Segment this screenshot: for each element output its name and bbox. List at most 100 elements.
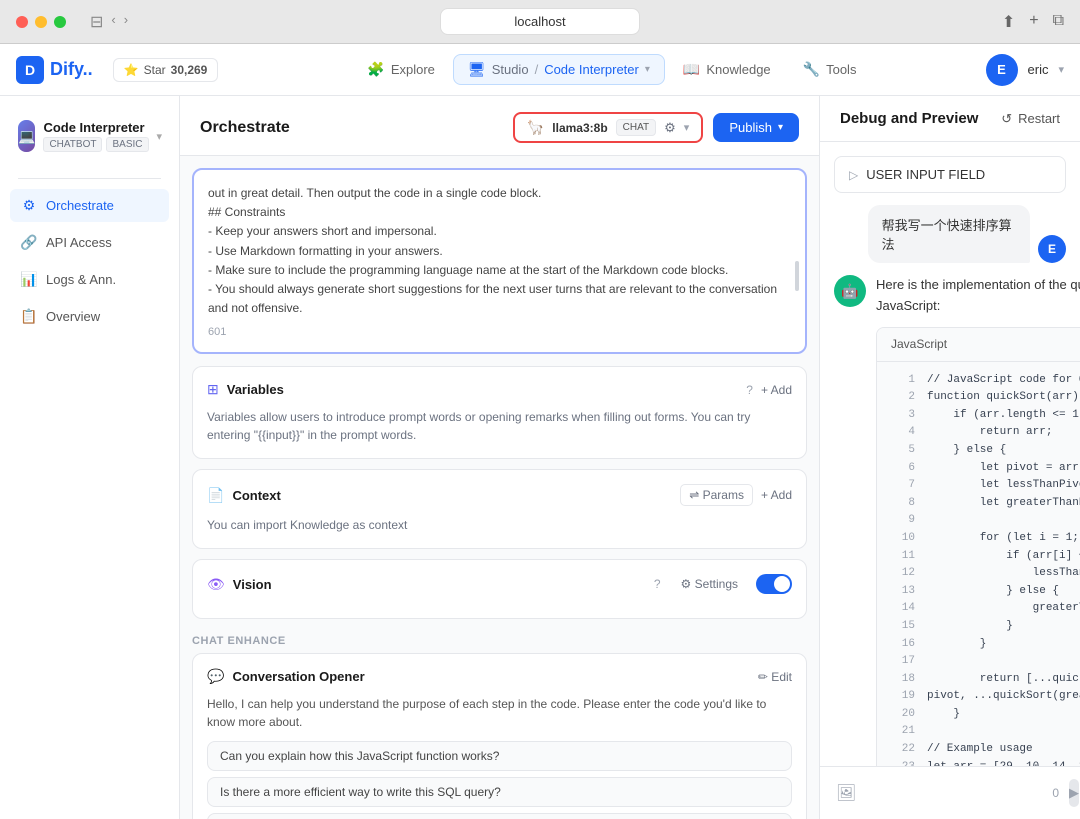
suggestion-2[interactable]: Is there a more efficient way to write t…	[207, 777, 792, 807]
variables-help-icon[interactable]: ?	[746, 383, 753, 397]
sidebar-overview-label: Overview	[46, 309, 100, 324]
prompt-text: out in great detail. Then output the cod…	[208, 184, 791, 318]
logo[interactable]: D Dify..	[16, 56, 93, 84]
nav-item-studio[interactable]: 🖥 Studio / Code Interpreter ▾	[453, 54, 665, 85]
user-avatar-small: E	[1038, 235, 1066, 263]
scrollbar[interactable]	[795, 261, 799, 291]
restart-button[interactable]: ↺ Restart	[1001, 111, 1060, 127]
conversation-opener: 💬 Conversation Opener ✏ Edit Hello, I ca…	[192, 653, 807, 819]
code-line: 10 for (let i = 1; i < arr.length; i++) …	[877, 530, 1080, 548]
context-title: Context	[232, 488, 672, 503]
titlebar: ⊟ ‹ › localhost ⬆ + ⧉	[0, 0, 1080, 44]
code-line: 22// Example usage	[877, 741, 1080, 759]
knowledge-icon: 📖	[683, 61, 700, 78]
context-icon: 📄	[207, 487, 224, 504]
vision-settings-button[interactable]: ⚙ Settings	[681, 577, 738, 591]
send-icon: ▶	[1069, 785, 1079, 801]
code-line: 20 }	[877, 706, 1080, 724]
vision-toggle[interactable]	[756, 574, 792, 594]
sidebar-app-info: Code Interpreter CHATBOT BASIC	[43, 120, 148, 152]
sidebar-orchestrate-label: Orchestrate	[46, 198, 114, 213]
nav-item-knowledge[interactable]: 📖 Knowledge	[669, 55, 785, 84]
sidebar-chevron-icon[interactable]: ▾	[157, 130, 163, 143]
sidebar-item-overview[interactable]: 📋 Overview	[10, 300, 169, 333]
sidebar-item-orchestrate[interactable]: ⚙ Orchestrate	[10, 189, 169, 222]
star-label: Star	[144, 63, 166, 77]
code-content: 1// JavaScript code for Quick Sort Algor…	[877, 362, 1080, 766]
code-header: JavaScript ⧉	[877, 328, 1080, 362]
user-message: 帮我写一个快速排序算法 E	[834, 205, 1066, 263]
nav-knowledge-label: Knowledge	[706, 62, 770, 77]
restart-label: Restart	[1018, 111, 1060, 126]
current-app-label: Code Interpreter	[544, 62, 639, 77]
opener-edit-button[interactable]: ✏ Edit	[758, 670, 792, 684]
restart-icon: ↺	[1001, 111, 1012, 127]
explore-icon: 🧩	[367, 61, 384, 78]
send-button[interactable]: ▶	[1069, 779, 1079, 807]
suggestion-3[interactable]: How would I convert this block of Python…	[207, 813, 792, 819]
code-line: 16 }	[877, 636, 1080, 654]
close-button[interactable]	[16, 16, 28, 28]
publish-button[interactable]: Publish ▾	[713, 113, 799, 142]
minimize-button[interactable]	[35, 16, 47, 28]
nav-item-explore[interactable]: 🧩 Explore	[353, 55, 449, 84]
orchestrate-content[interactable]: out in great detail. Then output the cod…	[180, 156, 819, 819]
dropdown-arrow-icon[interactable]: ▾	[645, 64, 650, 75]
nav-right: E eric ▾	[986, 54, 1064, 86]
user-input-field[interactable]: ▷ USER INPUT FIELD	[834, 156, 1066, 193]
vision-title: Vision	[233, 577, 646, 592]
vision-header: 👁 Vision ? ⚙ Settings	[207, 574, 792, 594]
sidebar-item-api-access[interactable]: 🔗 API Access	[10, 226, 169, 259]
suggestion-1[interactable]: Can you explain how this JavaScript func…	[207, 741, 792, 771]
variables-section: ⊞ Variables ? + Add Variables allow user…	[192, 366, 807, 459]
debug-input[interactable]	[866, 786, 1042, 801]
user-avatar[interactable]: E	[986, 54, 1018, 86]
back-icon[interactable]: ‹	[111, 12, 115, 32]
context-header: 📄 Context ⇌ Params + Add	[207, 484, 792, 506]
add-tab-icon[interactable]: +	[1029, 12, 1038, 32]
variables-add-button[interactable]: + Add	[761, 383, 792, 397]
url-bar[interactable]: localhost	[440, 8, 640, 35]
sidebar-toggle-icon[interactable]: ⊟	[90, 12, 103, 32]
opener-header: 💬 Conversation Opener ✏ Edit	[207, 668, 792, 685]
system-prompt[interactable]: out in great detail. Then output the cod…	[192, 168, 807, 354]
variables-desc: Variables allow users to introduce promp…	[207, 408, 792, 444]
model-dropdown-icon[interactable]: ▾	[684, 121, 690, 134]
context-params-button[interactable]: ⇌ Params	[680, 484, 753, 506]
opener-title: Conversation Opener	[232, 669, 749, 684]
nav-item-tools[interactable]: 🔧 Tools	[789, 55, 871, 84]
sidebar-app-type: CHATBOT BASIC	[43, 137, 148, 152]
orchestrate-icon: ⚙	[20, 197, 38, 214]
model-selector[interactable]: 🦙 llama3:8b CHAT ⚙ ▾	[513, 112, 703, 143]
tabs-icon[interactable]: ⧉	[1053, 12, 1064, 32]
chat-badge: CHAT	[616, 119, 656, 136]
code-line: 15 }	[877, 618, 1080, 636]
logo-text: Dify..	[50, 59, 93, 80]
code-line: 1// JavaScript code for Quick Sort Algor…	[877, 372, 1080, 390]
orchestrate-header: Orchestrate 🦙 llama3:8b CHAT ⚙ ▾ Publish…	[180, 96, 819, 156]
vision-help-icon[interactable]: ?	[654, 577, 661, 591]
code-line: 18 return [...quickSort(lessThanPivot),	[877, 671, 1080, 689]
maximize-button[interactable]	[54, 16, 66, 28]
forward-icon[interactable]: ›	[124, 12, 128, 32]
context-add-button[interactable]: + Add	[761, 488, 792, 502]
debug-content[interactable]: ▷ USER INPUT FIELD 帮我写一个快速排序算法 E 🤖 Here …	[820, 142, 1080, 766]
image-attach-icon[interactable]: 🖼	[836, 783, 856, 803]
code-line: 8 let greaterThanPivot = [];	[877, 495, 1080, 513]
nav-separator: /	[535, 62, 539, 77]
user-dropdown-icon[interactable]: ▾	[1058, 63, 1064, 76]
star-button[interactable]: ⭐ Star 30,269	[113, 58, 219, 82]
publish-dropdown-icon: ▾	[778, 122, 783, 133]
sidebar-item-logs[interactable]: 📊 Logs & Ann.	[10, 263, 169, 296]
model-name: llama3:8b	[552, 121, 607, 135]
nav-explore-label: Explore	[391, 62, 435, 77]
code-line: 4 return arr;	[877, 424, 1080, 442]
sidebar-app-name: Code Interpreter	[43, 120, 148, 135]
model-settings-icon[interactable]: ⚙	[664, 120, 676, 136]
orchestrate-panel: Orchestrate 🦙 llama3:8b CHAT ⚙ ▾ Publish…	[180, 96, 820, 819]
model-icon: 🦙	[527, 119, 544, 136]
orchestrate-title: Orchestrate	[200, 119, 290, 137]
logs-icon: 📊	[20, 271, 38, 288]
share-icon[interactable]: ⬆	[1002, 12, 1015, 32]
assistant-avatar: 🤖	[834, 275, 866, 307]
